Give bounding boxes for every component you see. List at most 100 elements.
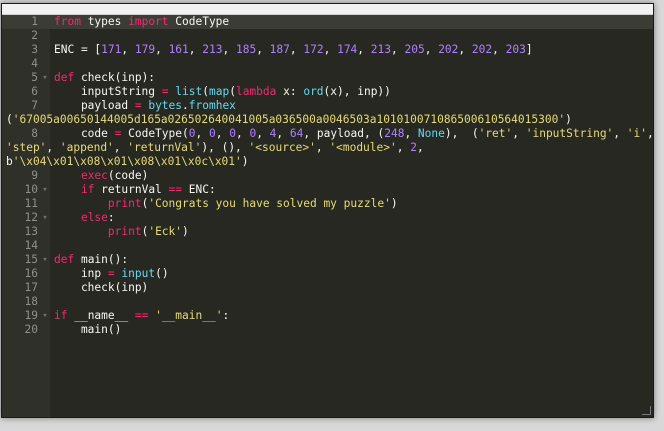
code-text: check(inp)	[52, 281, 148, 295]
code-token: ,	[323, 43, 338, 56]
code-line[interactable]: 17 check(inp)	[2, 281, 653, 295]
code-token: 'Eck'	[148, 225, 183, 238]
code-token: 'returnVal'	[127, 141, 202, 154]
code-token: =	[107, 267, 115, 280]
code-token: 'step'	[6, 141, 47, 154]
code-token: from	[54, 15, 81, 28]
code-token: ()	[155, 267, 169, 280]
code-line[interactable]: 12 ▾ else:	[2, 211, 653, 225]
code-line[interactable]: 13 print('Eck')	[2, 225, 653, 239]
code-token: 0	[208, 127, 216, 140]
code-token: 202	[471, 43, 493, 56]
code-token: ,	[512, 127, 526, 140]
code-token: =	[161, 85, 169, 98]
code-text: if returnVal == ENC:	[52, 183, 216, 197]
code-token: ,	[121, 43, 135, 56]
code-token: )	[390, 197, 398, 210]
code-line[interactable]: 18	[2, 295, 653, 309]
code-token: None	[417, 127, 445, 140]
code-text: inp = input()	[52, 267, 169, 281]
code-token: ,	[396, 141, 411, 154]
code-token: '__main__'	[155, 309, 223, 322]
code-token: import	[128, 15, 169, 28]
code-token: ,	[391, 43, 405, 56]
code-token: '\x04\x01\x08\x01\x08\x01\x0c\x01'	[12, 155, 242, 168]
fold-arrow-icon[interactable]: ▾	[38, 183, 52, 197]
code-token: )	[565, 113, 572, 126]
code-text: print('Eck')	[52, 225, 189, 239]
code-token: 'ret'	[478, 127, 513, 140]
line-number: 2	[31, 29, 38, 42]
code-line[interactable]: 20 main()	[2, 323, 653, 337]
code-token: (code)	[107, 169, 149, 182]
code-token: ,	[276, 127, 290, 140]
code-text: ENC = [171, 179, 161, 213, 185, 187, 172…	[52, 43, 533, 57]
line-number: 1	[31, 15, 38, 28]
fold-arrow-icon[interactable]: ▾	[38, 211, 52, 225]
code-token: ,	[235, 127, 250, 140]
code-token: bytes	[148, 99, 183, 112]
code-token: 2	[410, 141, 417, 154]
code-token: returnVal	[94, 183, 169, 196]
code-token: 172	[303, 43, 324, 56]
code-token: (x), inp))	[323, 85, 391, 98]
code-text: def check(inp):	[52, 71, 155, 85]
fold-arrow-icon[interactable]: ▾	[38, 309, 52, 323]
code-token: 213	[370, 43, 391, 56]
code-token: 205	[404, 43, 425, 56]
code-line[interactable]: 4	[2, 57, 653, 71]
code-token: ,	[416, 141, 424, 154]
line-number: 12	[24, 211, 38, 224]
code-token: '<module>'	[329, 141, 397, 154]
code-line[interactable]: 19 ▾ if __name__ == '__main__':	[2, 309, 653, 323]
line-number: 6	[31, 85, 38, 98]
code-text: inputString = list(map(lambda x: ord(x),…	[52, 85, 391, 99]
code-token: check(inp):	[74, 71, 156, 84]
code-token: :	[222, 309, 230, 322]
code-line[interactable]: 5 ▾ def check(inp):	[2, 71, 653, 85]
code-token: .	[182, 99, 189, 112]
code-token: 203	[505, 43, 526, 56]
resize-handle-icon[interactable]	[642, 406, 651, 415]
code-line[interactable]: 2	[2, 29, 653, 43]
code-text: else:	[52, 211, 115, 225]
code-token: ,	[492, 43, 506, 56]
code-token: :	[107, 211, 115, 224]
code-line[interactable]: 3 ENC = [171, 179, 161, 213, 185, 187, 17…	[2, 43, 653, 57]
code-line[interactable]: 1 from types import CodeType	[2, 15, 653, 29]
code-line[interactable]: 15 ▾ def main():	[2, 253, 653, 267]
code-token: ,	[215, 127, 230, 140]
line-number: 15	[24, 253, 38, 266]
code-token: else	[80, 211, 108, 224]
line-number: 9	[31, 169, 38, 182]
code-line[interactable]: 11 print('Congrats you have solved my pu…	[2, 197, 653, 211]
code-editor[interactable]: 1 from types import CodeType 2 3 ENC = [171,…	[2, 15, 653, 417]
code-token: main()	[54, 323, 122, 336]
code-token: '67005a00650144005d165a026502640041005a0…	[12, 113, 566, 126]
code-token: CodeType(	[121, 127, 189, 140]
code-line[interactable]: 10 ▾ if returnVal == ENC:	[2, 183, 653, 197]
code-line[interactable]: 9 exec(code)	[2, 169, 653, 183]
code-line[interactable]: 7 payload = bytes.fromhex ('67005a0065014…	[2, 99, 653, 127]
fold-arrow-icon[interactable]: ▾	[38, 71, 52, 85]
code-line[interactable]: 14	[2, 239, 653, 253]
code-line[interactable]: 6 inputString = list(map(lambda x: ord(x…	[2, 85, 653, 99]
code-token: 171	[101, 43, 122, 56]
code-token: )	[182, 225, 189, 238]
code-line[interactable]: 8 code = CodeType(0, 0, 0, 0, 4, 64, pay…	[2, 127, 653, 169]
fold-arrow-icon[interactable]: ▾	[38, 253, 52, 267]
code-token: ==	[168, 183, 183, 196]
code-token: ]	[525, 43, 533, 56]
line-number: 20	[24, 323, 38, 336]
code-token: ,	[404, 127, 418, 140]
code-line[interactable]: 16 inp = input()	[2, 267, 653, 281]
code-token: ENC = [	[54, 43, 102, 56]
code-token: exec	[80, 169, 108, 182]
